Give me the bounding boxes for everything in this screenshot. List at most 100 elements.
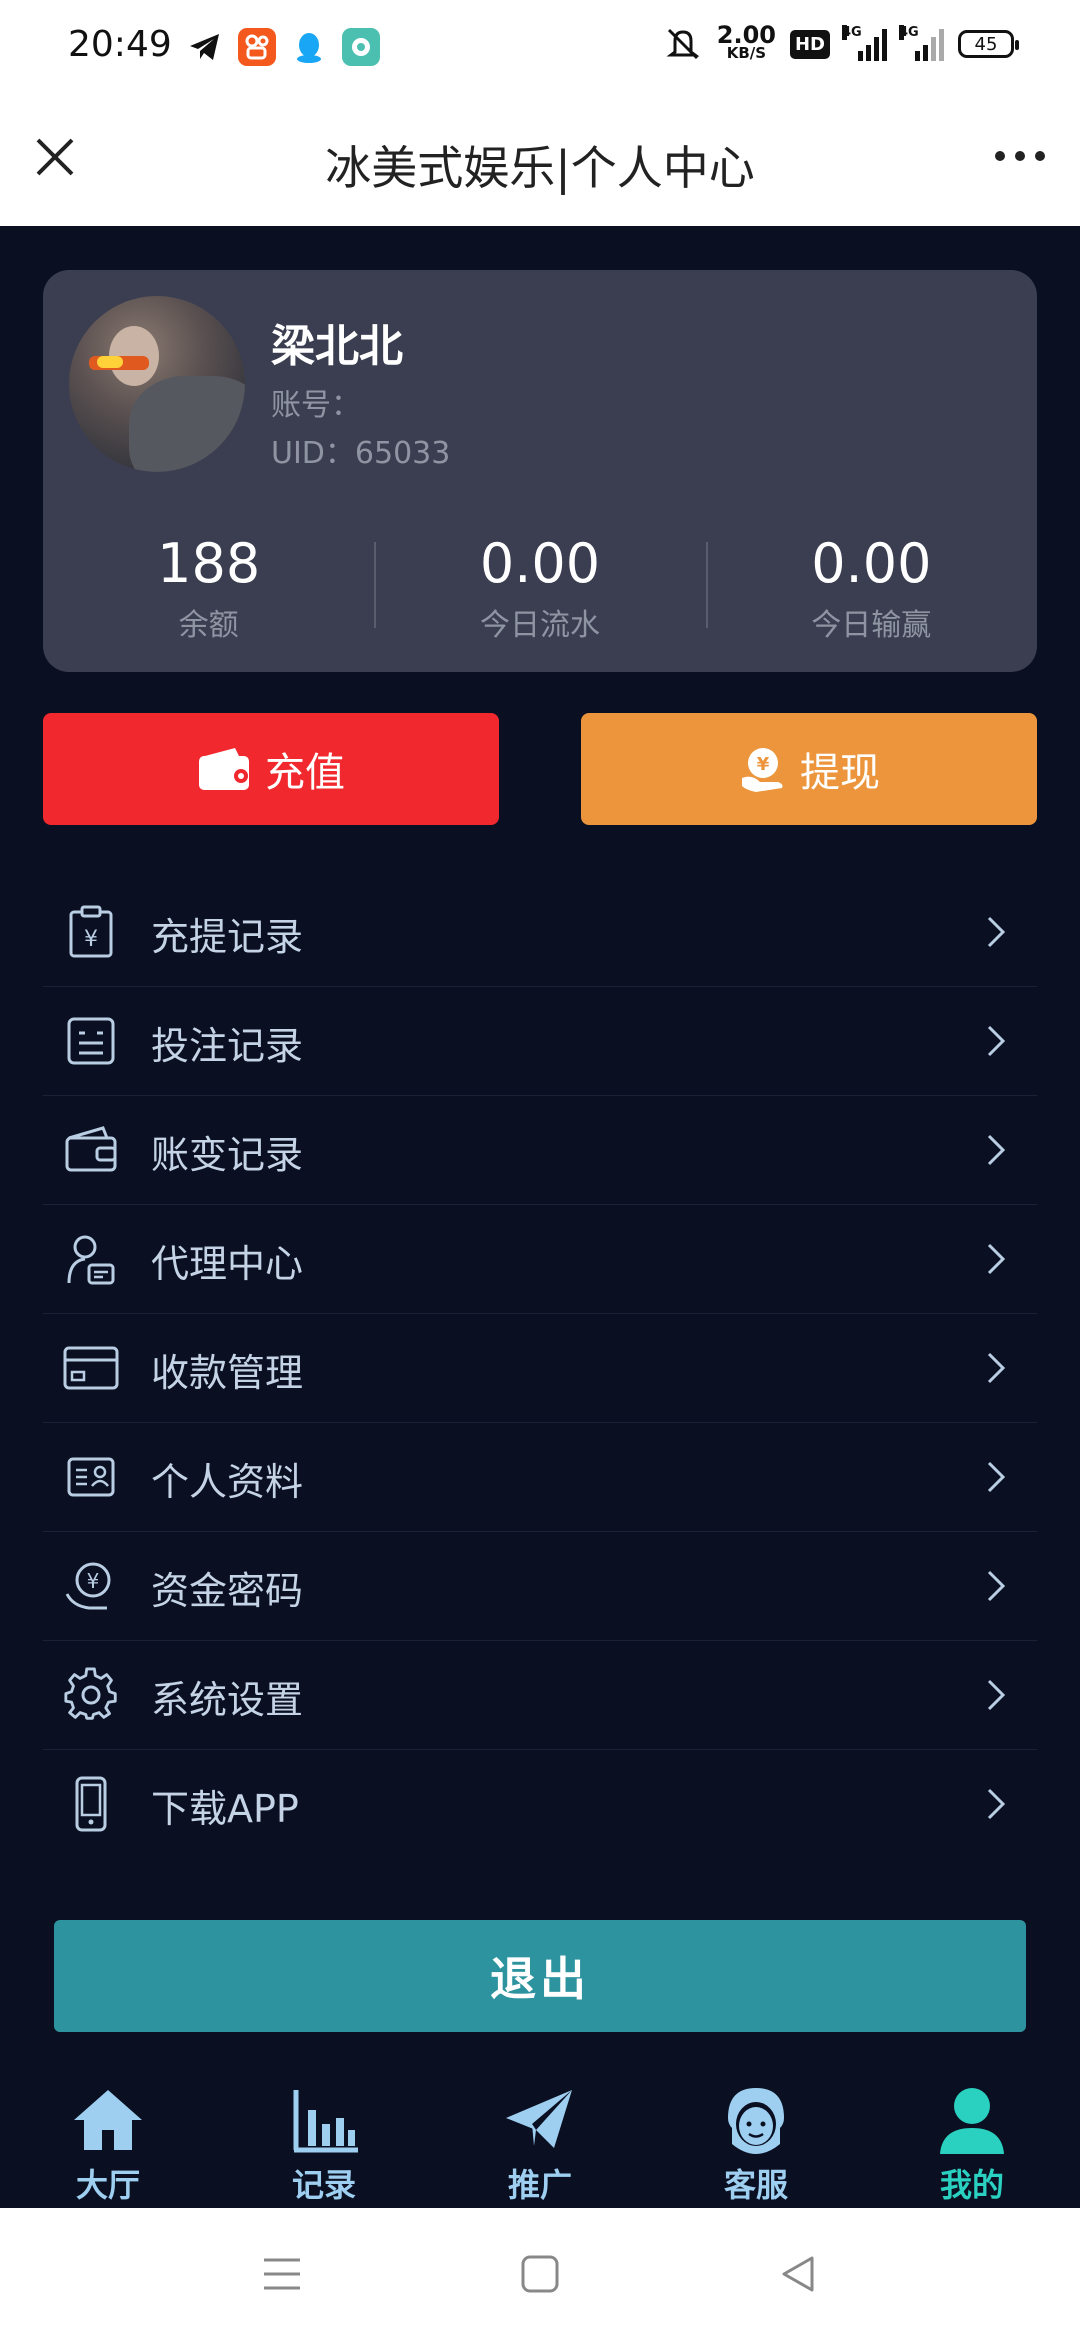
menu-item-label: 代理中心 bbox=[151, 1242, 304, 1286]
network-speed: 2.00 KB/S bbox=[716, 21, 776, 62]
customer-service-icon bbox=[728, 2088, 784, 2154]
mute-bell-icon bbox=[666, 28, 700, 60]
nav-label: 大厅 bbox=[75, 2166, 140, 2204]
menu-item-bet-records[interactable]: 投注记录 bbox=[43, 987, 1037, 1096]
chevron-right-icon bbox=[987, 1570, 1006, 1602]
qq-icon bbox=[290, 28, 328, 66]
chevron-right-icon bbox=[987, 1352, 1006, 1384]
more-icon[interactable] bbox=[990, 136, 1050, 176]
menu-item-account-changes[interactable]: 账变记录 bbox=[43, 1096, 1037, 1205]
stat-value: 0.00 bbox=[811, 532, 932, 595]
bottom-nav: 大厅 记录 推广 客服 我的 bbox=[0, 2078, 1080, 2208]
yuan-hand-icon: ¥ bbox=[65, 1562, 111, 1610]
stat-label: 今日输赢 bbox=[811, 608, 932, 643]
paper-plane-icon bbox=[506, 2090, 572, 2148]
telegram-icon bbox=[186, 28, 224, 66]
gear-icon bbox=[64, 1667, 117, 1720]
stat-today-profit: 0.00 今日输赢 bbox=[705, 532, 1037, 643]
menu-item-label: 账变记录 bbox=[151, 1133, 304, 1177]
page-title: 冰美式娱乐|个人中心 bbox=[325, 141, 755, 195]
user-name: 梁北北 bbox=[271, 321, 403, 372]
main-content: 梁北北 账号： UID：65033 188 余额 0.00 今日流水 0.00 … bbox=[0, 226, 1080, 2208]
menu-item-label: 个人资料 bbox=[151, 1460, 304, 1504]
user-uid: UID：65033 bbox=[271, 436, 451, 471]
battery-icon: 45 bbox=[958, 30, 1019, 58]
bar-chart-icon bbox=[293, 2090, 358, 2153]
menu-item-label: 系统设置 bbox=[151, 1678, 304, 1722]
svg-text:¥: ¥ bbox=[87, 1569, 100, 1593]
status-bar: 20:49 2.00 KB/S HD 4G 4G 45 bbox=[0, 0, 1080, 96]
stat-label: 余额 bbox=[178, 608, 239, 643]
menu-item-fund-password[interactable]: ¥ 资金密码 bbox=[43, 1532, 1037, 1641]
title-bar: 冰美式娱乐|个人中心 bbox=[0, 96, 1080, 226]
agent-icon bbox=[67, 1235, 115, 1285]
menu-item-profile[interactable]: 个人资料 bbox=[43, 1423, 1037, 1532]
chevron-right-icon bbox=[987, 1461, 1006, 1493]
logout-button[interactable]: 退出 bbox=[54, 1920, 1026, 2032]
wallet-icon bbox=[199, 748, 249, 790]
id-card-icon bbox=[67, 1457, 115, 1497]
menu-item-label: 投注记录 bbox=[151, 1024, 304, 1068]
profile-card: 梁北北 账号： UID：65033 188 余额 0.00 今日流水 0.00 … bbox=[43, 270, 1037, 672]
chevron-right-icon bbox=[987, 1243, 1006, 1275]
withdraw-label: 提现 bbox=[800, 750, 880, 796]
signal-icon: 4G bbox=[842, 25, 887, 61]
menu-item-system-settings[interactable]: 系统设置 bbox=[43, 1641, 1037, 1750]
chevron-right-icon bbox=[987, 916, 1006, 948]
user-account: 账号： bbox=[271, 388, 361, 423]
nav-item-lobby[interactable]: 大厅 bbox=[0, 2078, 216, 2208]
status-app-icons bbox=[186, 28, 380, 66]
nav-item-customer-service[interactable]: 客服 bbox=[648, 2078, 864, 2208]
menu-item-payment-management[interactable]: 收款管理 bbox=[43, 1314, 1037, 1423]
menu-item-label: 充提记录 bbox=[151, 915, 304, 959]
chat-app-icon bbox=[342, 28, 380, 66]
card-icon bbox=[63, 1346, 119, 1390]
user-icon bbox=[940, 2088, 1004, 2154]
chevron-right-icon bbox=[987, 1134, 1006, 1166]
menu-list: ¥ 充提记录 投注记录 账变记录 代理中心 收款管理 个人资料 ¥ 资金密码 系… bbox=[43, 878, 1037, 1859]
nav-label: 我的 bbox=[939, 2166, 1004, 2204]
signal-icon: 4G bbox=[899, 25, 944, 61]
nav-item-promotion[interactable]: 推广 bbox=[432, 2078, 648, 2208]
stat-balance: 188 余额 bbox=[43, 532, 374, 643]
menu-item-label: 下载APP bbox=[151, 1787, 299, 1831]
menu-item-label: 收款管理 bbox=[151, 1351, 304, 1395]
betting-list-icon bbox=[67, 1017, 115, 1065]
chevron-right-icon bbox=[987, 1679, 1006, 1711]
menu-item-label: 资金密码 bbox=[151, 1569, 304, 1613]
yuan-hand-icon: ¥ bbox=[742, 748, 783, 792]
system-navigation-bar bbox=[0, 2208, 1080, 2340]
withdraw-button[interactable]: ¥ 提现 bbox=[581, 713, 1037, 825]
menu-item-download-app[interactable]: 下载APP bbox=[43, 1750, 1037, 1859]
recharge-label: 充值 bbox=[265, 750, 345, 796]
home-button-icon[interactable] bbox=[520, 2254, 560, 2294]
status-time: 20:49 bbox=[68, 24, 172, 65]
back-icon[interactable] bbox=[778, 2254, 818, 2294]
nav-item-records[interactable]: 记录 bbox=[216, 2078, 432, 2208]
chevron-right-icon bbox=[987, 1788, 1006, 1820]
svg-text:¥: ¥ bbox=[84, 927, 98, 952]
stat-today-turnover: 0.00 今日流水 bbox=[374, 532, 705, 643]
wallet-icon bbox=[65, 1126, 117, 1172]
home-icon bbox=[74, 2090, 142, 2150]
phone-icon bbox=[75, 1776, 107, 1832]
avatar[interactable] bbox=[69, 296, 245, 472]
menu-item-recharge-records[interactable]: ¥ 充提记录 bbox=[43, 878, 1037, 987]
stat-value: 188 bbox=[157, 532, 261, 595]
nav-label: 推广 bbox=[507, 2166, 572, 2204]
hd-badge: HD bbox=[789, 29, 830, 59]
svg-text:¥: ¥ bbox=[757, 754, 770, 775]
recharge-button[interactable]: 充值 bbox=[43, 713, 499, 825]
nav-label: 客服 bbox=[723, 2166, 788, 2204]
stat-value: 0.00 bbox=[479, 532, 601, 595]
chevron-right-icon bbox=[987, 1025, 1006, 1057]
nav-label: 记录 bbox=[291, 2166, 356, 2204]
menu-icon[interactable] bbox=[262, 2254, 302, 2294]
nav-item-mine[interactable]: 我的 bbox=[864, 2078, 1080, 2208]
kuaishou-icon bbox=[238, 28, 276, 66]
stat-label: 今日流水 bbox=[479, 608, 600, 643]
menu-item-agent-center[interactable]: 代理中心 bbox=[43, 1205, 1037, 1314]
status-indicators: 2.00 KB/S HD 4G 4G 45 bbox=[663, 21, 1019, 62]
clipboard-yuan-icon: ¥ bbox=[69, 905, 113, 958]
stats-row: 188 余额 0.00 今日流水 0.00 今日输赢 bbox=[43, 532, 1037, 643]
